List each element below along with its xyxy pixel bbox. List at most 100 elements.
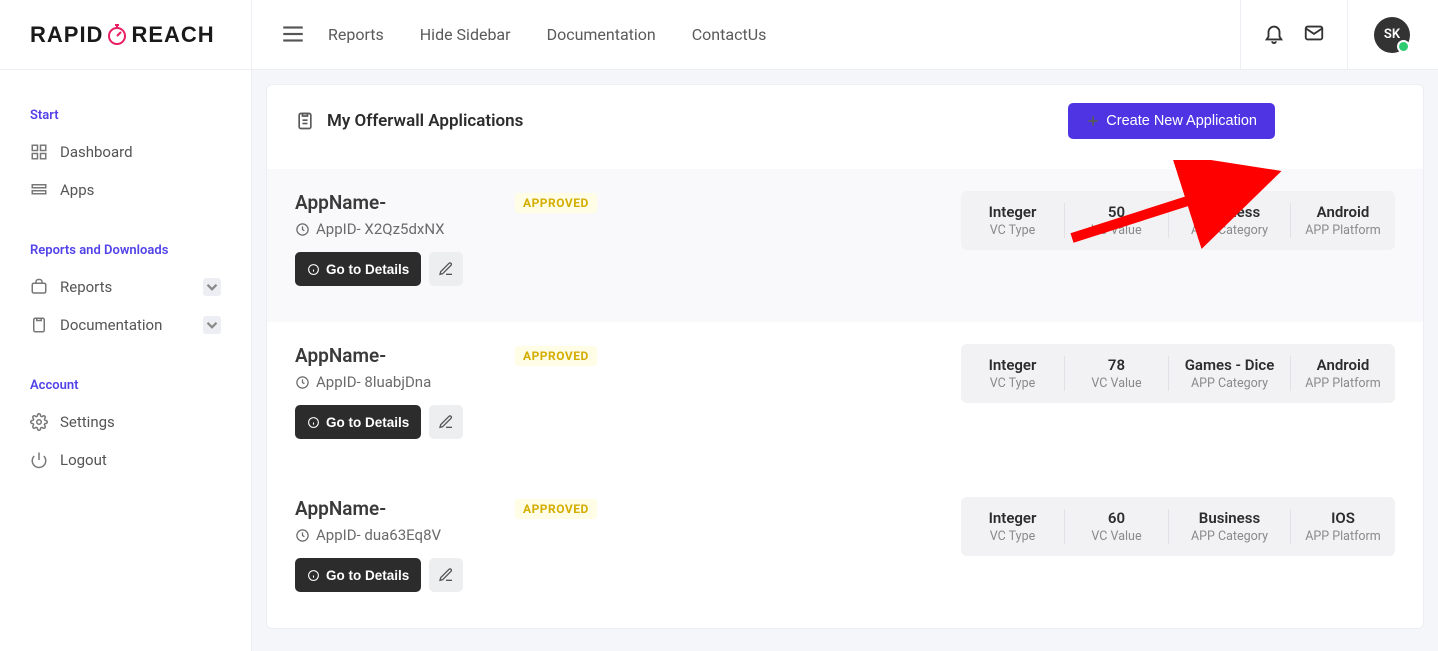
avatar-well: SK	[1347, 0, 1438, 70]
stat-value: Android	[1297, 356, 1389, 374]
topnav: Reports Hide Sidebar Documentation Conta…	[328, 25, 766, 44]
sidebar-item-apps[interactable]: Apps	[0, 171, 251, 209]
stat-label: APP Category	[1175, 376, 1284, 391]
stat-vc-type: Integer VC Type	[961, 203, 1065, 238]
logo-text-right: REACH	[131, 22, 214, 48]
logo-cell: RAPID REACH	[0, 0, 252, 70]
chevron-down-icon	[203, 316, 221, 334]
stat-value: Business	[1175, 203, 1284, 221]
app-stats: Integer VC Type 78 VC Value Games - Dice…	[961, 344, 1395, 403]
topnav-hide-sidebar[interactable]: Hide Sidebar	[420, 25, 511, 44]
logo[interactable]: RAPID REACH	[30, 22, 215, 48]
stat-vc-value: 78 VC Value	[1065, 356, 1169, 391]
sidebar: Start Dashboard Apps Reports and Downloa…	[0, 70, 252, 651]
logo-text-left: RAPID	[30, 22, 103, 48]
app-id: AppID- dua63Eq8V	[316, 526, 441, 544]
go-to-details-label: Go to Details	[326, 262, 409, 277]
gear-icon	[30, 413, 48, 431]
stat-label: VC Type	[967, 529, 1058, 544]
app-left: AppName- APPROVED AppID- 8luabjDna Go to…	[295, 344, 935, 439]
edit-icon	[438, 261, 454, 277]
sidebar-item-logout[interactable]: Logout	[0, 441, 251, 479]
stat-value: Integer	[967, 509, 1058, 527]
sidebar-section-reports: Reports and Downloads	[0, 233, 251, 268]
stat-value: Business	[1175, 509, 1284, 527]
stat-category: Games - Dice APP Category	[1169, 356, 1291, 391]
applications-panel: My Offerwall Applications Create New App…	[266, 84, 1424, 629]
stat-vc-value: 50 VC Value	[1065, 203, 1169, 238]
app-actions: Go to Details	[295, 405, 935, 439]
stat-value: IOS	[1297, 509, 1389, 527]
edit-button[interactable]	[429, 405, 463, 439]
app-name: AppName-	[295, 344, 495, 367]
app-left: AppName- APPROVED AppID- X2Qz5dxNX Go to…	[295, 191, 935, 286]
create-application-button[interactable]: Create New Application	[1068, 103, 1275, 139]
bell-icon[interactable]	[1263, 22, 1285, 48]
sidebar-item-label: Dashboard	[60, 143, 133, 161]
app-stats: Integer VC Type 60 VC Value Business APP…	[961, 497, 1395, 556]
info-icon	[307, 416, 320, 429]
power-icon	[30, 451, 48, 469]
topnav-contact[interactable]: ContactUs	[692, 25, 767, 44]
clipboard-icon	[30, 316, 48, 334]
info-icon	[307, 569, 320, 582]
go-to-details-button[interactable]: Go to Details	[295, 252, 421, 286]
stat-platform: IOS APP Platform	[1291, 509, 1395, 544]
stat-value: Games - Dice	[1175, 356, 1284, 374]
go-to-details-button[interactable]: Go to Details	[295, 405, 421, 439]
mail-icon[interactable]	[1303, 22, 1325, 48]
avatar[interactable]: SK	[1374, 17, 1410, 53]
sidebar-item-label: Apps	[60, 181, 94, 199]
stat-label: APP Platform	[1297, 376, 1389, 391]
topnav-documentation[interactable]: Documentation	[547, 25, 656, 44]
clock-icon	[295, 222, 310, 237]
sidebar-item-reports[interactable]: Reports	[0, 268, 251, 306]
menu-toggle-icon[interactable]	[280, 21, 308, 49]
stopwatch-icon	[104, 22, 130, 48]
clock-icon	[295, 528, 310, 543]
sidebar-section-start: Start	[0, 98, 251, 133]
edit-button[interactable]	[429, 252, 463, 286]
edit-button[interactable]	[429, 558, 463, 592]
notification-well	[1240, 0, 1347, 70]
app-id-line: AppID- dua63Eq8V	[295, 526, 935, 544]
app-row: AppName- APPROVED AppID- X2Qz5dxNX Go to…	[267, 169, 1423, 322]
app-rows: AppName- APPROVED AppID- X2Qz5dxNX Go to…	[267, 169, 1423, 628]
sidebar-item-label: Logout	[60, 451, 107, 469]
sidebar-item-label: Reports	[60, 278, 112, 296]
go-to-details-label: Go to Details	[326, 415, 409, 430]
stat-vc-value: 60 VC Value	[1065, 509, 1169, 544]
stat-value: Android	[1297, 203, 1389, 221]
go-to-details-button[interactable]: Go to Details	[295, 558, 421, 592]
stat-value: 60	[1071, 509, 1162, 527]
edit-icon	[438, 414, 454, 430]
stat-label: APP Platform	[1297, 223, 1389, 238]
app-stats: Integer VC Type 50 VC Value Business APP…	[961, 191, 1395, 250]
status-badge: APPROVED	[515, 346, 597, 366]
stat-platform: Android APP Platform	[1291, 356, 1395, 391]
app-title-line: AppName- APPROVED	[295, 344, 935, 367]
stat-vc-type: Integer VC Type	[961, 509, 1065, 544]
info-icon	[307, 263, 320, 276]
topnav-reports[interactable]: Reports	[328, 25, 384, 44]
sidebar-item-settings[interactable]: Settings	[0, 403, 251, 441]
status-badge: APPROVED	[515, 193, 597, 213]
topbar: RAPID REACH Reports Hide Sidebar Documen…	[0, 0, 1438, 70]
edit-icon	[438, 567, 454, 583]
stat-value: Integer	[967, 356, 1058, 374]
apps-icon	[30, 181, 48, 199]
briefcase-icon	[30, 278, 48, 296]
app-id: AppID- X2Qz5dxNX	[316, 220, 445, 238]
panel-header: My Offerwall Applications Create New App…	[267, 85, 1423, 169]
dashboard-icon	[30, 143, 48, 161]
sidebar-item-dashboard[interactable]: Dashboard	[0, 133, 251, 171]
sidebar-item-documentation[interactable]: Documentation	[0, 306, 251, 344]
clock-icon	[295, 375, 310, 390]
sidebar-item-label: Documentation	[60, 316, 162, 334]
app-name: AppName-	[295, 497, 495, 520]
sidebar-item-label: Settings	[60, 413, 115, 431]
stat-label: VC Value	[1071, 223, 1162, 238]
chevron-down-icon	[203, 278, 221, 296]
sidebar-section-account: Account	[0, 368, 251, 403]
go-to-details-label: Go to Details	[326, 568, 409, 583]
